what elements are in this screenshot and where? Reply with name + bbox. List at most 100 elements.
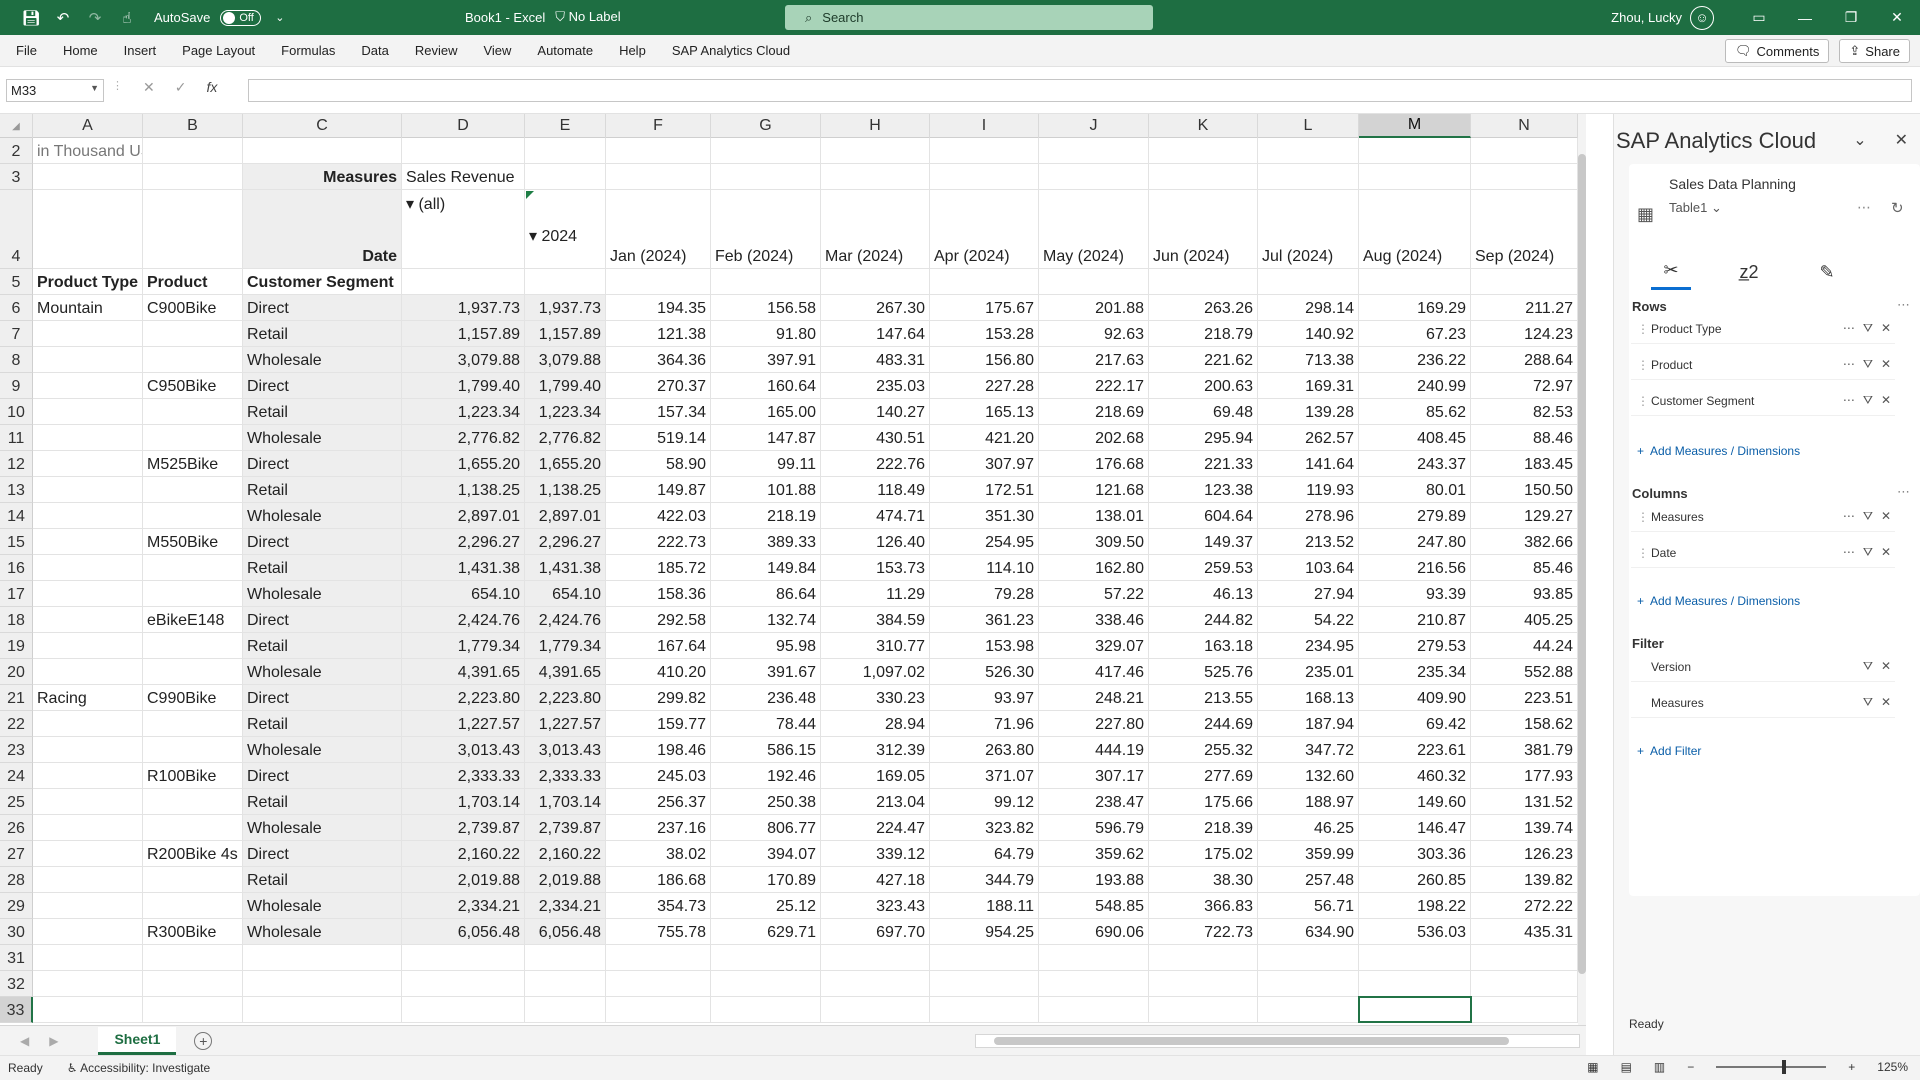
tab-insert[interactable]: Insert	[111, 43, 170, 58]
cell-n22[interactable]: 158.62	[1471, 711, 1578, 737]
cell-l2[interactable]	[1258, 138, 1359, 164]
cell-d11[interactable]: 2,776.82	[402, 425, 525, 451]
cell-a15[interactable]	[33, 529, 143, 555]
vertical-scrollbar[interactable]	[1578, 114, 1586, 1025]
normal-view-icon[interactable]: ▦	[1587, 1060, 1598, 1074]
cell-f6[interactable]: 194.35	[606, 295, 711, 321]
cell-c30[interactable]: Wholesale	[243, 919, 402, 945]
add-column-dimension-button[interactable]: + Add Measures / Dimensions	[1637, 594, 1800, 608]
cell-k8[interactable]: 221.62	[1149, 347, 1258, 373]
cell-k10[interactable]: 69.48	[1149, 399, 1258, 425]
cell-e6[interactable]: 1,937.73	[525, 295, 606, 321]
remove-icon[interactable]: ✕	[1881, 393, 1891, 408]
cell-h17[interactable]: 11.29	[821, 581, 930, 607]
cell-b3[interactable]	[143, 164, 243, 190]
rows-item-customer-segment[interactable]: ⋮ Customer Segment ⋯ ⛛ ✕	[1631, 386, 1895, 416]
cell-m30[interactable]: 536.03	[1359, 919, 1471, 945]
cell-f31[interactable]	[606, 945, 711, 971]
cell-m8[interactable]: 236.22	[1359, 347, 1471, 373]
restore-icon[interactable]: ❐	[1828, 0, 1874, 35]
rows-more-icon[interactable]: ⋯	[1897, 297, 1910, 313]
minimize-icon[interactable]: —	[1782, 0, 1828, 35]
cell-g14[interactable]: 218.19	[711, 503, 821, 529]
avatar[interactable]: ☺	[1690, 5, 1714, 30]
cell-d18[interactable]: 2,424.76	[402, 607, 525, 633]
cell-a11[interactable]	[33, 425, 143, 451]
cell-b10[interactable]	[143, 399, 243, 425]
cell-d25[interactable]: 1,703.14	[402, 789, 525, 815]
cell-i29[interactable]: 188.11	[930, 893, 1039, 919]
cell-n25[interactable]: 131.52	[1471, 789, 1578, 815]
more-icon[interactable]: ⋯	[1843, 509, 1855, 524]
cell-e13[interactable]: 1,138.25	[525, 477, 606, 503]
builder-tab-icon[interactable]: ✂	[1651, 254, 1691, 290]
cell-k2[interactable]	[1149, 138, 1258, 164]
cell-j24[interactable]: 307.17	[1039, 763, 1149, 789]
cell-m10[interactable]: 85.62	[1359, 399, 1471, 425]
cell-i15[interactable]: 254.95	[930, 529, 1039, 555]
cell-c25[interactable]: Retail	[243, 789, 402, 815]
cell-l28[interactable]: 257.48	[1258, 867, 1359, 893]
cell-e7[interactable]: 1,157.89	[525, 321, 606, 347]
cell-c17[interactable]: Wholesale	[243, 581, 402, 607]
cell-k13[interactable]: 123.38	[1149, 477, 1258, 503]
cell-e25[interactable]: 1,703.14	[525, 789, 606, 815]
cell-f24[interactable]: 245.03	[606, 763, 711, 789]
cell-f18[interactable]: 292.58	[606, 607, 711, 633]
cell-b30[interactable]: R300Bike	[143, 919, 243, 945]
tab-formulas[interactable]: Formulas	[268, 43, 348, 58]
cell-a3[interactable]	[33, 164, 143, 190]
row-header[interactable]: 10	[0, 399, 33, 425]
row-header[interactable]: 18	[0, 607, 33, 633]
cell-n31[interactable]	[1471, 945, 1578, 971]
cell-h27[interactable]: 339.12	[821, 841, 930, 867]
cell-n15[interactable]: 382.66	[1471, 529, 1578, 555]
cell-h26[interactable]: 224.47	[821, 815, 930, 841]
cell-g5[interactable]	[711, 269, 821, 295]
cell-c10[interactable]: Retail	[243, 399, 402, 425]
cell-h25[interactable]: 213.04	[821, 789, 930, 815]
tab-file[interactable]: File	[0, 43, 50, 58]
cell-h4[interactable]: Mar (2024)	[821, 190, 930, 269]
cell-f26[interactable]: 237.16	[606, 815, 711, 841]
cell-g9[interactable]: 160.64	[711, 373, 821, 399]
cell-d6[interactable]: 1,937.73	[402, 295, 525, 321]
cell-b16[interactable]	[143, 555, 243, 581]
cell-a28[interactable]	[33, 867, 143, 893]
cell-k21[interactable]: 213.55	[1149, 685, 1258, 711]
cell-d7[interactable]: 1,157.89	[402, 321, 525, 347]
column-header-e[interactable]: E	[525, 114, 606, 138]
row-header[interactable]: 25	[0, 789, 33, 815]
cell-e18[interactable]: 2,424.76	[525, 607, 606, 633]
cell-f13[interactable]: 149.87	[606, 477, 711, 503]
cell-a32[interactable]	[33, 971, 143, 997]
cell-g18[interactable]: 132.74	[711, 607, 821, 633]
cell-h31[interactable]	[821, 945, 930, 971]
row-header[interactable]: 28	[0, 867, 33, 893]
rows-item-product-type[interactable]: ⋮ Product Type ⋯ ⛛ ✕	[1631, 314, 1895, 344]
cell-l18[interactable]: 54.22	[1258, 607, 1359, 633]
cell-d4[interactable]: ▾ (all)	[402, 190, 525, 269]
row-header[interactable]: 11	[0, 425, 33, 451]
cell-e29[interactable]: 2,334.21	[525, 893, 606, 919]
row-header[interactable]: 20	[0, 659, 33, 685]
cell-g24[interactable]: 192.46	[711, 763, 821, 789]
formula-input[interactable]	[248, 79, 1912, 102]
cell-m2[interactable]	[1359, 138, 1471, 164]
cell-i27[interactable]: 64.79	[930, 841, 1039, 867]
cell-g22[interactable]: 78.44	[711, 711, 821, 737]
cell-a5[interactable]: Product Type	[33, 269, 143, 295]
more-icon[interactable]: ⋯	[1843, 357, 1855, 372]
cell-d31[interactable]	[402, 945, 525, 971]
cell-l19[interactable]: 234.95	[1258, 633, 1359, 659]
row-header[interactable]: 19	[0, 633, 33, 659]
cell-a10[interactable]	[33, 399, 143, 425]
cell-k6[interactable]: 263.26	[1149, 295, 1258, 321]
cell-c3[interactable]: Measures	[243, 164, 402, 190]
cell-f22[interactable]: 159.77	[606, 711, 711, 737]
cell-e30[interactable]: 6,056.48	[525, 919, 606, 945]
cell-n16[interactable]: 85.46	[1471, 555, 1578, 581]
row-header[interactable]: 23	[0, 737, 33, 763]
cell-n3[interactable]	[1471, 164, 1578, 190]
cell-i24[interactable]: 371.07	[930, 763, 1039, 789]
